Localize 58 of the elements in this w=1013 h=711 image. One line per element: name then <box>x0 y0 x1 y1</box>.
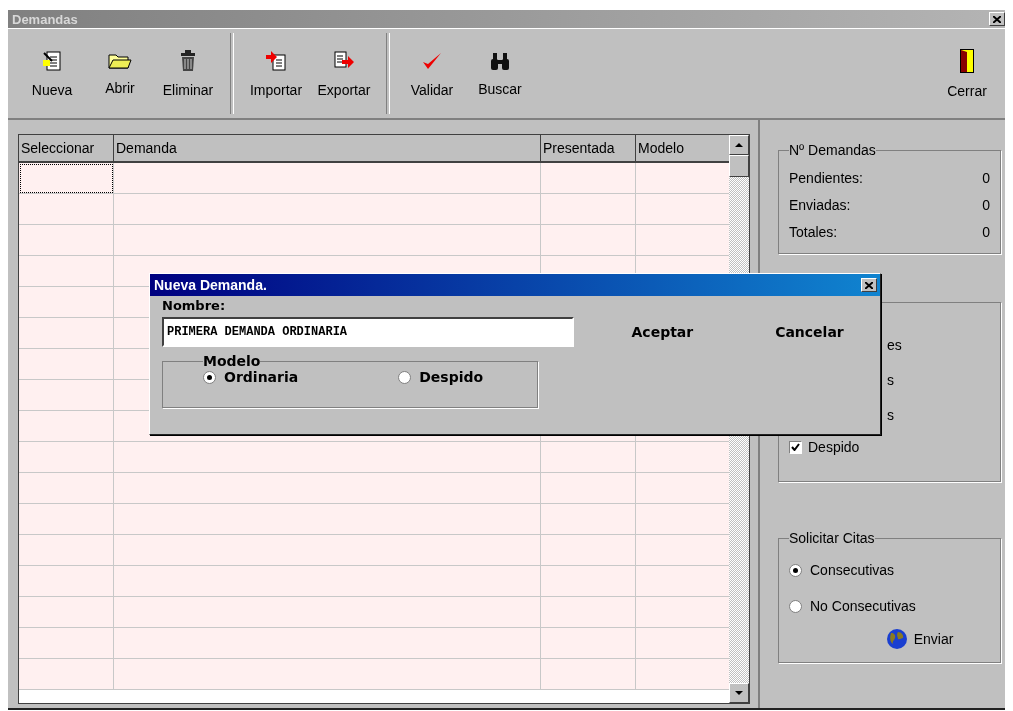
binoculars-icon <box>489 50 511 71</box>
toolbar-button[interactable]: Exportar <box>312 33 376 114</box>
stat-value: 0 <box>982 169 990 186</box>
close-icon <box>993 15 1001 23</box>
radio-button[interactable] <box>398 370 412 384</box>
scroll-up-button[interactable] <box>729 135 749 155</box>
send-button[interactable]: Enviar <box>881 624 958 654</box>
radio-button[interactable] <box>789 599 802 613</box>
toolbar-button[interactable]: Eliminar <box>156 33 220 114</box>
scroll-down-button[interactable] <box>729 683 749 703</box>
option-label: s <box>887 371 894 388</box>
column-header[interactable]: Seleccionar <box>19 135 114 163</box>
group-title: Nº Demandas <box>789 142 876 158</box>
checkbox-label[interactable]: Despido <box>808 439 860 455</box>
radio-label[interactable]: Ordinaria <box>224 369 299 385</box>
stat-label: Pendientes: <box>789 169 863 186</box>
accept-button[interactable]: Aceptar <box>603 318 721 346</box>
up-arrow-icon <box>735 143 743 147</box>
group-title: Modelo <box>203 353 261 369</box>
stat-value: 0 <box>982 223 990 240</box>
field-label: Nombre: <box>162 298 227 313</box>
folder-icon <box>108 51 132 70</box>
close-button[interactable] <box>861 278 877 292</box>
toolbar-button[interactable]: Buscar <box>468 33 532 114</box>
checkbox[interactable] <box>789 440 802 454</box>
door-icon <box>960 48 974 73</box>
import-document-icon <box>265 49 287 72</box>
radio-button[interactable] <box>789 563 802 577</box>
group-title: Solicitar Citas <box>789 530 875 546</box>
document-pencil-icon <box>41 49 63 72</box>
option-label: s <box>887 406 894 423</box>
checkmark-icon <box>791 443 800 451</box>
trash-can-icon <box>179 49 197 72</box>
stat-value: 0 <box>982 196 990 213</box>
toolbar-button[interactable]: Importar <box>244 33 308 114</box>
window-title: Demandas <box>12 11 78 27</box>
toolbar-button[interactable]: Nueva <box>20 33 84 114</box>
dialog-title: Nueva Demanda. <box>154 277 267 293</box>
toolbar-button[interactable]: Validar <box>400 33 464 114</box>
cancel-button[interactable]: Cancelar <box>750 318 868 346</box>
name-input-field[interactable]: PRIMERA DEMANDA ORDINARIA <box>162 317 574 347</box>
column-header[interactable]: Modelo <box>636 135 729 163</box>
option-label: es <box>887 336 902 353</box>
column-header[interactable]: Demanda <box>114 135 541 163</box>
close-icon <box>865 281 873 289</box>
radio-label[interactable]: Despido <box>419 369 484 385</box>
radio-label[interactable]: No Consecutivas <box>810 598 916 614</box>
radio-button[interactable] <box>203 370 216 384</box>
stat-label: Totales: <box>789 223 838 240</box>
globe-icon <box>885 628 908 650</box>
radio-label[interactable]: Consecutivas <box>810 562 895 578</box>
close-button[interactable] <box>989 12 1005 26</box>
column-header[interactable]: Presentada <box>541 135 636 163</box>
scroll-thumb[interactable] <box>729 155 749 177</box>
down-arrow-icon <box>735 691 743 695</box>
toolbar-button[interactable]: Abrir <box>88 33 152 114</box>
stat-label: Enviadas: <box>789 196 851 213</box>
close-toolbar-button[interactable]: Cerrar <box>935 33 999 114</box>
